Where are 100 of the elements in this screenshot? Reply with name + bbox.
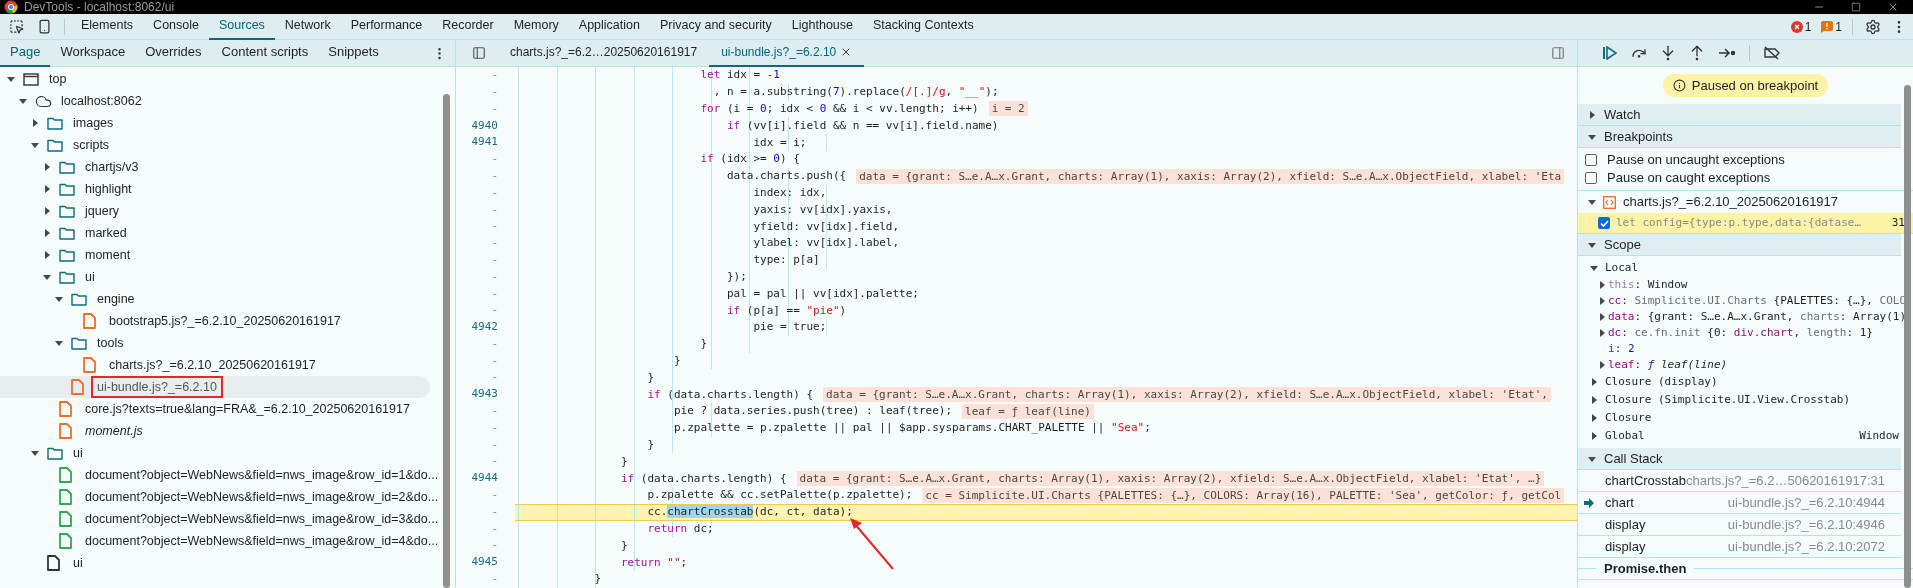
navigator-tab[interactable]: Workspace bbox=[50, 39, 136, 67]
navigator-tab[interactable]: Page bbox=[0, 39, 51, 67]
file-item[interactable]: document?object=WebNews&field=nws_image&row_id=1&do... bbox=[0, 464, 443, 486]
expand-arrow-icon[interactable] bbox=[43, 185, 51, 193]
tree-item[interactable]: highlight bbox=[0, 178, 430, 200]
checkbox-label[interactable]: Pause on caught exceptions bbox=[1607, 168, 1771, 188]
section-header[interactable]: Breakpoints bbox=[1578, 126, 1901, 148]
scrollbar[interactable] bbox=[1904, 85, 1911, 588]
collapse-arrow-icon[interactable] bbox=[31, 141, 39, 149]
file-item[interactable]: ui-bundle.js?_=6.2.10 bbox=[0, 376, 430, 398]
maximize-icon[interactable] bbox=[1851, 2, 1861, 12]
tree-item[interactable]: engine bbox=[0, 288, 430, 310]
checkbox[interactable] bbox=[1598, 217, 1610, 229]
scope-variable[interactable]: dc: ce.fn.init {0: div.chart, length: 1} bbox=[1598, 325, 1873, 341]
call-frame[interactable]: chartCrosstabcharts.js?_=6.2…50620161917:31 bbox=[1578, 470, 1901, 492]
step-out-icon[interactable] bbox=[1689, 45, 1705, 61]
checkbox-label[interactable]: Pause on uncaught exceptions bbox=[1607, 150, 1785, 170]
collapse-arrow-icon[interactable] bbox=[1590, 264, 1598, 272]
navigator-tab[interactable]: Snippets bbox=[318, 39, 389, 67]
collapse-arrow-icon[interactable] bbox=[31, 449, 39, 457]
expand-arrow-icon[interactable] bbox=[31, 119, 39, 127]
tree-item[interactable]: marked bbox=[0, 222, 430, 244]
panel-tab[interactable]: Stacking Contexts bbox=[863, 13, 984, 40]
checkbox[interactable] bbox=[1585, 154, 1597, 166]
section-header[interactable]: Call Stack bbox=[1578, 448, 1901, 470]
step-icon[interactable] bbox=[1718, 47, 1736, 59]
tree-item[interactable]: jquery bbox=[0, 200, 430, 222]
panel-tab[interactable]: Application bbox=[568, 13, 650, 40]
expand-arrow-icon[interactable] bbox=[1588, 110, 1596, 119]
settings-icon[interactable] bbox=[1865, 18, 1881, 35]
collapse-arrow-icon[interactable] bbox=[1588, 132, 1596, 141]
checkbox[interactable] bbox=[1585, 172, 1597, 184]
tree-item[interactable]: chartjs/v3 bbox=[0, 156, 430, 178]
collapse-arrow-icon[interactable] bbox=[7, 75, 15, 83]
scope-group[interactable]: Local bbox=[1605, 259, 1639, 277]
file-item[interactable]: core.js?texts=true&lang=FRA&_=6.2.10_20250620161917 bbox=[0, 398, 430, 420]
expand-arrow-icon[interactable] bbox=[1590, 378, 1598, 386]
tree-item[interactable]: scripts bbox=[0, 134, 430, 156]
panel-tab[interactable]: Console bbox=[143, 13, 209, 40]
file-item[interactable]: moment.js bbox=[0, 420, 430, 442]
scope-variable[interactable]: this: Window bbox=[1598, 277, 1688, 293]
file-item[interactable]: document?object=WebNews&field=nws_image&row_id=4&do... bbox=[0, 530, 443, 552]
expand-arrow-icon[interactable] bbox=[1590, 414, 1598, 422]
expand-arrow-icon[interactable] bbox=[43, 207, 51, 215]
scrollbar[interactable] bbox=[443, 94, 450, 588]
collapse-arrow-icon[interactable] bbox=[43, 273, 51, 281]
breakpoint-row[interactable]: let config={type:p.type,data:{datase… 31 bbox=[1578, 213, 1913, 233]
close-icon[interactable] bbox=[1887, 1, 1899, 13]
tree-item[interactable]: tools bbox=[0, 332, 430, 354]
collapse-arrow-icon[interactable] bbox=[1588, 240, 1596, 249]
resume-icon[interactable] bbox=[1602, 46, 1618, 60]
expand-arrow-icon[interactable] bbox=[43, 163, 51, 171]
collapse-arrow-icon[interactable] bbox=[55, 339, 63, 347]
tree-item[interactable]: top bbox=[0, 68, 430, 90]
collapse-arrow-icon[interactable] bbox=[1588, 454, 1596, 463]
tree-item[interactable]: localhost:8062 bbox=[0, 90, 430, 112]
warning-count[interactable]: 1 bbox=[1821, 17, 1842, 36]
expand-arrow-icon[interactable] bbox=[43, 229, 51, 237]
file-item[interactable]: bootstrap5.js?_=6.2.10_20250620161917 bbox=[0, 310, 430, 332]
section-header[interactable]: Watch bbox=[1578, 104, 1901, 126]
file-item[interactable]: document?object=WebNews&field=nws_image&row_id=3&do... bbox=[0, 508, 443, 530]
toggle-debugger-icon[interactable] bbox=[1551, 46, 1565, 60]
panel-tab[interactable]: Privacy and security bbox=[650, 13, 782, 40]
panel-tab[interactable]: Elements bbox=[71, 13, 144, 40]
inspect-icon[interactable] bbox=[9, 19, 24, 34]
scope-group[interactable]: Global bbox=[1605, 427, 1645, 445]
call-frame[interactable]: chart ui-bundle.js?_=6.2.10:4944 bbox=[1578, 492, 1901, 514]
deactivate-breakpoints-icon[interactable] bbox=[1763, 46, 1781, 60]
call-frame[interactable]: display ui-bundle.js?_=6.2.10:4946 bbox=[1578, 514, 1901, 536]
scope-group[interactable]: Closure (Simplicite.UI.View.Crosstab) bbox=[1605, 391, 1851, 409]
tree-item[interactable]: moment bbox=[0, 244, 430, 266]
panel-tab[interactable]: Network bbox=[274, 13, 341, 40]
file-item[interactable]: ui bbox=[0, 552, 430, 574]
file-item[interactable]: charts.js?_=6.2.10_20250620161917 bbox=[0, 354, 430, 376]
toggle-navigator-icon[interactable] bbox=[472, 46, 486, 60]
collapse-arrow-icon[interactable] bbox=[1588, 198, 1596, 206]
navigator-tab[interactable]: Content scripts bbox=[211, 39, 319, 67]
step-into-icon[interactable] bbox=[1660, 45, 1676, 61]
tree-item[interactable]: images bbox=[0, 112, 430, 134]
collapse-arrow-icon[interactable] bbox=[55, 295, 63, 303]
file-tab[interactable]: charts.js?_=6.2…20250620161917 bbox=[498, 39, 710, 67]
tree-item[interactable]: ui bbox=[0, 266, 430, 288]
expand-arrow-icon[interactable] bbox=[43, 251, 51, 259]
call-frame[interactable]: display ui-bundle.js?_=6.2.10:2072 bbox=[1578, 536, 1901, 558]
panel-tab[interactable]: Recorder bbox=[432, 13, 504, 40]
scope-variable[interactable]: leaf: ƒ leaf(line) bbox=[1598, 357, 1728, 373]
file-tab[interactable]: ui-bundle.js?_=6.2.10 bbox=[709, 39, 865, 67]
collapse-arrow-icon[interactable] bbox=[19, 97, 27, 105]
device-toolbar-icon[interactable] bbox=[37, 19, 52, 34]
navigator-tab[interactable]: Overrides bbox=[135, 39, 212, 67]
error-count[interactable]: 1 bbox=[1790, 17, 1812, 36]
panel-tab[interactable]: Performance bbox=[340, 13, 433, 40]
tree-item[interactable]: ui bbox=[0, 442, 430, 464]
panel-tab[interactable]: Lighthouse bbox=[781, 13, 863, 40]
scope-variable[interactable]: data: {grant: S…e.A…x.Grant, charts: Array(1) bbox=[1598, 309, 1907, 325]
scope-group[interactable]: Closure bbox=[1605, 409, 1652, 427]
breakpoint-file[interactable]: charts.js?_=6.2.10_20250620161917 bbox=[1623, 192, 1839, 212]
scope-variable[interactable]: i: 2 bbox=[1598, 341, 1635, 357]
expand-arrow-icon[interactable] bbox=[1598, 361, 1606, 369]
scope-group[interactable]: Closure (display) bbox=[1605, 373, 1718, 391]
